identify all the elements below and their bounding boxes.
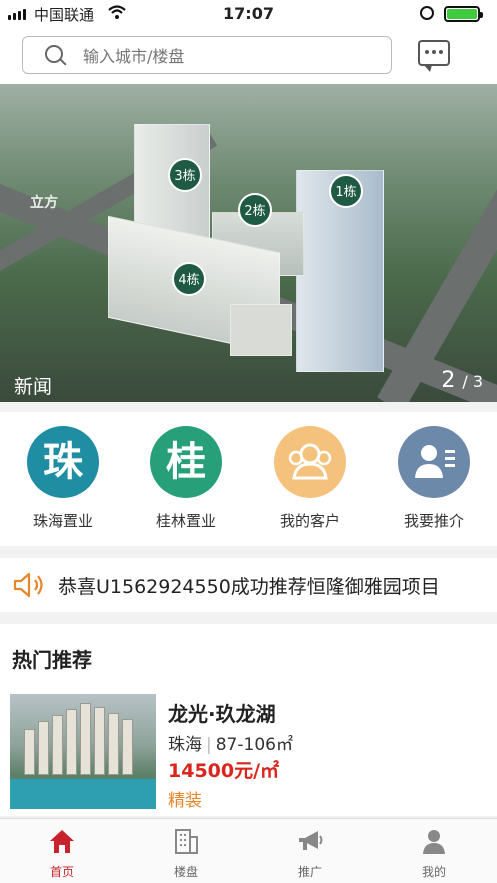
customers-icon [274, 426, 346, 498]
tab-label: 推广 [297, 865, 322, 879]
building-pin: 1栋 [329, 174, 363, 208]
shortcut-grid: 珠 珠海置业 桂 桂林置业 我的客户 我要推介 [0, 412, 497, 546]
status-bar: 中国联通 17:07 [0, 0, 497, 30]
speaker-icon [13, 572, 43, 598]
shortcut-label: 我的客户 [279, 512, 340, 530]
megaphone-icon [299, 831, 323, 850]
battery-icon [444, 6, 483, 22]
tab-mine[interactable]: 我的 [394, 827, 474, 880]
tab-promote[interactable]: 推广 [270, 827, 350, 880]
bottom-tab-bar: 首页 楼盘 推广 我的 [0, 818, 497, 883]
pager-total: / 3 [462, 372, 483, 391]
project-logo: 立方 [30, 195, 58, 211]
property-area: 87-106㎡ [215, 735, 293, 755]
home-icon [50, 830, 74, 853]
property-name: 龙光·玖龙湖 [168, 702, 276, 726]
notice-bar[interactable]: 恭喜U1562924550成功推荐恒隆御雅园项目 [0, 558, 497, 612]
shortcut-label: 我要推介 [403, 512, 464, 530]
tab-label: 首页 [49, 865, 74, 879]
tab-label: 楼盘 [173, 865, 198, 879]
tab-label: 我的 [421, 865, 446, 879]
shortcut-label: 珠海置业 [32, 512, 93, 530]
shortcut-my-customers[interactable]: 我的客户 [260, 426, 360, 531]
building-pin: 3栋 [168, 158, 202, 192]
building-icon [175, 829, 198, 854]
property-card[interactable]: 龙光·玖龙湖 珠海 | 87-106㎡ 14500元/㎡ 精装 [10, 694, 490, 816]
banner-caption: 新闻 [14, 376, 53, 398]
property-city: 珠海 [168, 735, 202, 755]
zhu-badge-icon: 珠 [27, 426, 99, 498]
low-building [230, 304, 292, 356]
building-pin: 2栋 [238, 193, 272, 227]
tab-properties[interactable]: 楼盘 [146, 827, 226, 880]
shortcut-recommend[interactable]: 我要推介 [384, 426, 484, 531]
rotation-lock-icon [420, 6, 434, 20]
search-bar[interactable] [22, 36, 392, 74]
recommend-icon [398, 426, 470, 498]
top-header [0, 30, 497, 84]
message-icon[interactable] [418, 40, 450, 72]
profile-icon [423, 830, 445, 854]
shortcut-guilin[interactable]: 桂 桂林置业 [136, 426, 236, 531]
search-input[interactable] [81, 43, 375, 69]
hot-section: 热门推荐 龙光·玖龙湖 珠海 | 87-106㎡ 14500元/㎡ 精装 [0, 624, 497, 816]
banner-carousel[interactable]: 立方 1栋 2栋 3栋 4栋 新闻 2 / 3 [0, 84, 497, 402]
notice-text: 恭喜U1562924550成功推荐恒隆御雅园项目 [58, 576, 440, 598]
property-thumbnail [10, 694, 156, 809]
pager-current: 2 [441, 368, 456, 393]
shortcut-label: 桂林置业 [155, 512, 216, 530]
property-price: 14500元/㎡ [168, 760, 280, 782]
property-tag: 精装 [168, 791, 202, 811]
tab-home[interactable]: 首页 [22, 827, 102, 880]
building-pin: 4栋 [172, 262, 206, 296]
section-title: 热门推荐 [12, 648, 92, 672]
gui-badge-icon: 桂 [150, 426, 222, 498]
search-icon [45, 45, 63, 63]
shortcut-zhuhai[interactable]: 珠 珠海置业 [13, 426, 113, 531]
property-location: 珠海 | 87-106㎡ [168, 735, 293, 755]
banner-pager: 2 / 3 [441, 368, 483, 393]
